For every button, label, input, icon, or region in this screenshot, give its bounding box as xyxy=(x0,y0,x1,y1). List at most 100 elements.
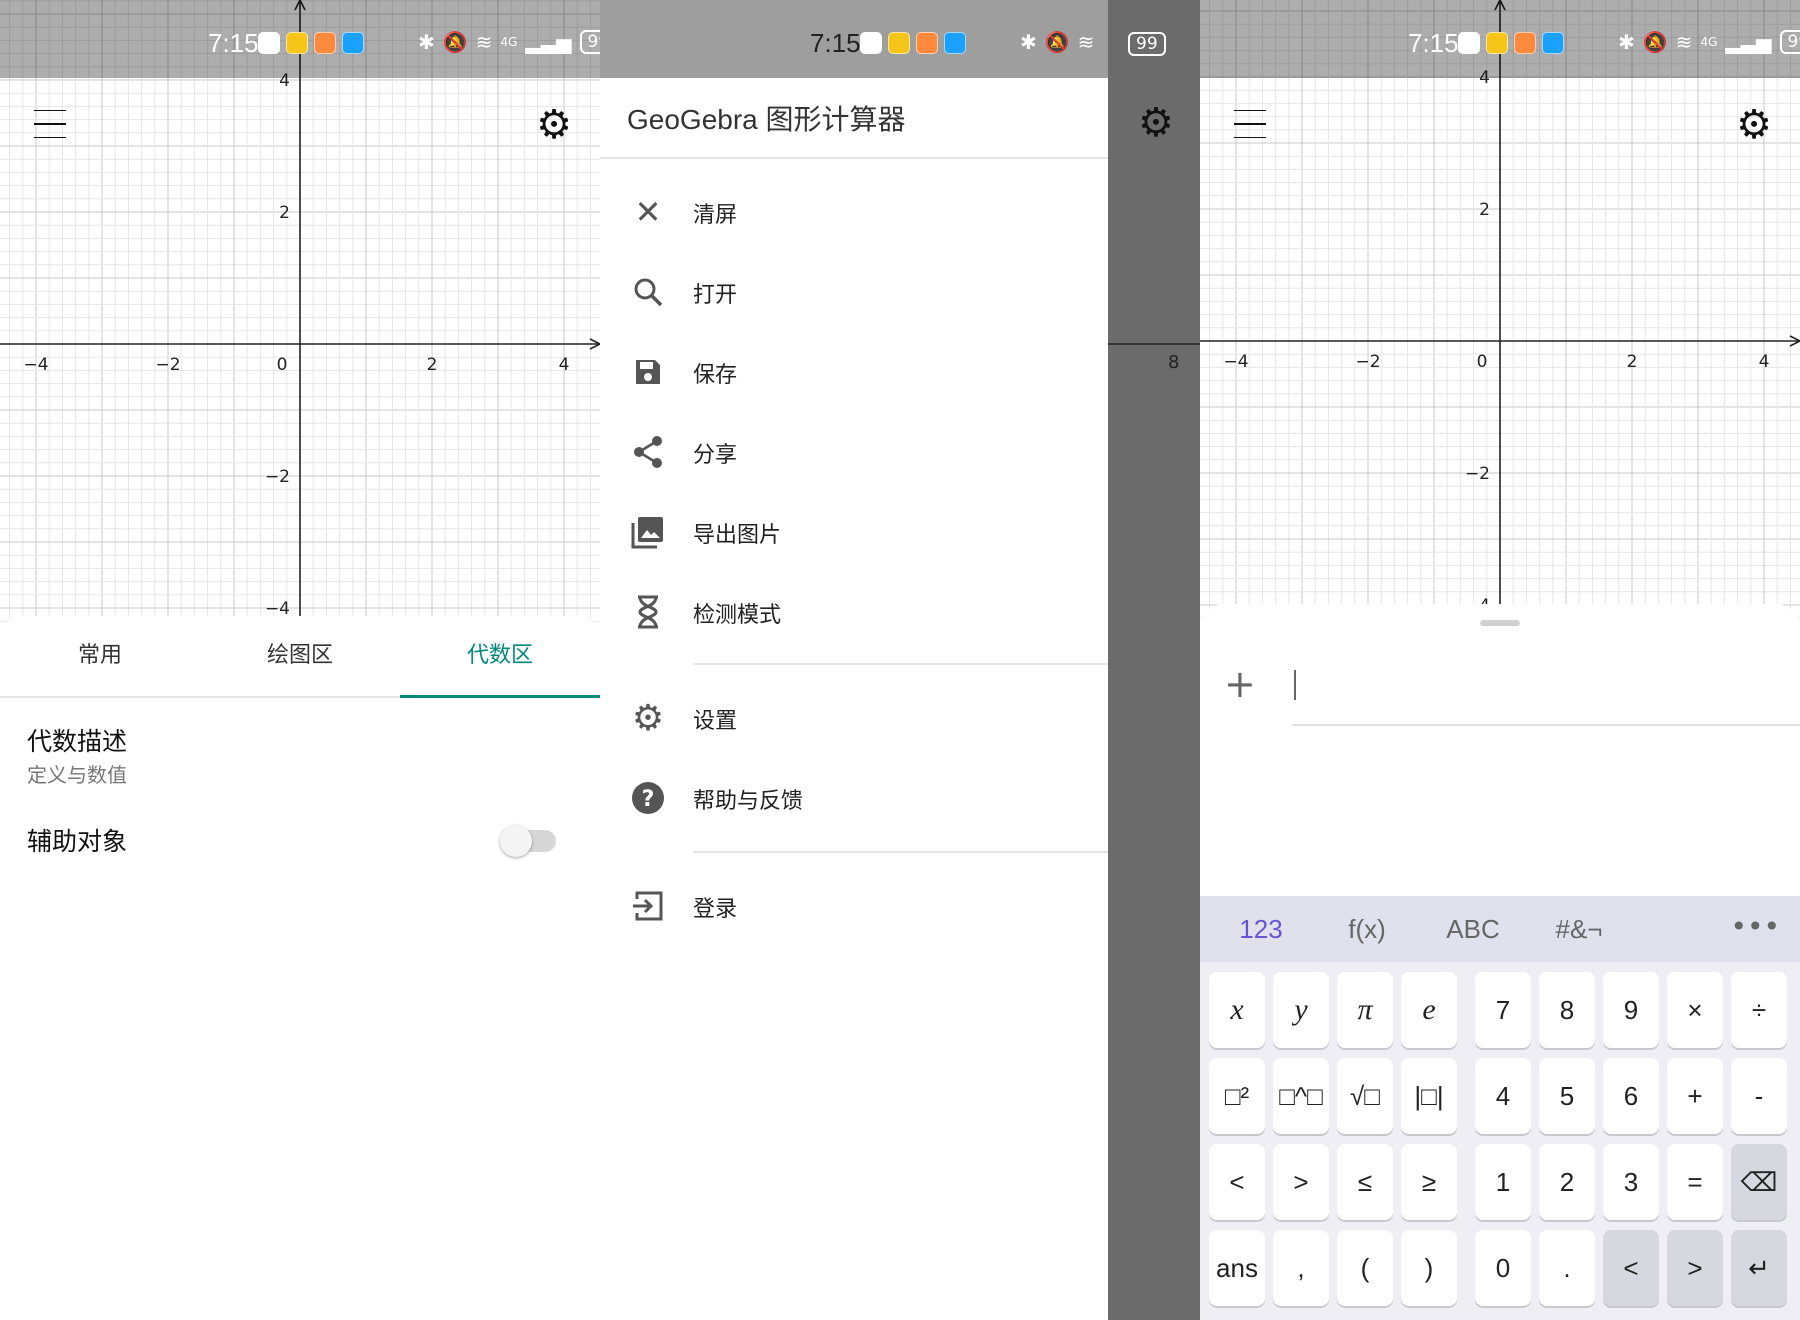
algebra-input-field[interactable] xyxy=(1292,724,1800,726)
keyboard-tab-functions[interactable]: f(x) xyxy=(1322,914,1412,945)
x-tick-label: −4 xyxy=(1223,352,1248,372)
menu-item-clear[interactable]: ✕ 清屏 xyxy=(600,177,1108,247)
add-button[interactable]: + xyxy=(1224,662,1256,706)
x-tick-label: −2 xyxy=(1355,352,1380,372)
menu-item-exam-mode[interactable]: 检测模式 xyxy=(600,577,1108,647)
menu-item-export-image[interactable]: 导出图片 xyxy=(600,497,1108,567)
signal-label: 4G xyxy=(500,35,518,49)
tick-label: 8 xyxy=(1168,352,1180,373)
tab-graphics[interactable]: 绘图区 xyxy=(200,616,400,696)
keyboard-tab-abc[interactable]: ABC xyxy=(1428,914,1518,945)
key-greater-equal[interactable]: ≥ xyxy=(1401,1144,1457,1220)
menu-item-share[interactable]: 分享 xyxy=(600,417,1108,487)
divider xyxy=(693,663,1108,665)
settings-button[interactable]: ⚙ xyxy=(1730,101,1778,149)
search-app-icon xyxy=(342,32,364,54)
wifi-icon: ≋ xyxy=(475,30,493,54)
bluetooth-icon: ✱ xyxy=(1618,30,1635,54)
settings-button[interactable]: ⚙ xyxy=(530,101,578,149)
key-pi[interactable]: π xyxy=(1337,972,1393,1048)
key-7[interactable]: 7 xyxy=(1475,972,1531,1048)
drag-handle[interactable] xyxy=(1480,620,1520,626)
notification-icons xyxy=(860,32,966,54)
search-icon xyxy=(628,272,668,312)
key-sqrt[interactable]: √□ xyxy=(1337,1058,1393,1134)
key-0[interactable]: 0 xyxy=(1475,1230,1531,1306)
search-app-icon xyxy=(1542,32,1564,54)
key-close-paren[interactable]: ) xyxy=(1401,1230,1457,1306)
key-x[interactable]: x xyxy=(1209,972,1265,1048)
keyboard-tab-123[interactable]: 123 xyxy=(1216,914,1306,945)
menu-item-help[interactable]: ? 帮助与反馈 xyxy=(600,763,1108,833)
game-icon xyxy=(1514,32,1536,54)
auxiliary-objects-toggle[interactable] xyxy=(500,825,556,857)
cursor-left-key[interactable]: < xyxy=(1603,1230,1659,1306)
gear-icon: ⚙ xyxy=(631,697,665,739)
key-abs[interactable]: |□| xyxy=(1401,1058,1457,1134)
key-8[interactable]: 8 xyxy=(1539,972,1595,1048)
settings-sheet: 常用 绘图区 代数区 代数描述 定义与数值 辅助对象 xyxy=(0,616,600,1320)
menu-item-label: 清屏 xyxy=(693,203,738,228)
menu-item-save[interactable]: 保存 xyxy=(600,337,1108,407)
signal-icon: ▂▃▅ xyxy=(1725,30,1772,54)
menu-item-open[interactable]: 打开 xyxy=(600,257,1108,327)
key-less[interactable]: < xyxy=(1209,1144,1265,1220)
key-equals[interactable]: = xyxy=(1667,1144,1723,1220)
key-less-equal[interactable]: ≤ xyxy=(1337,1144,1393,1220)
divider xyxy=(693,851,1108,853)
key-power[interactable]: □^□ xyxy=(1273,1058,1329,1134)
math-keyboard: 123 f(x) ABC #&¬ ••• x y π e 7 8 9 × ÷ □² □^□ √□ |□|… xyxy=(1200,896,1800,1320)
drawer-scrim[interactable]: 99 ⚙ 8 xyxy=(1108,0,1200,1320)
key-3[interactable]: 3 xyxy=(1603,1144,1659,1220)
key-divide[interactable]: ÷ xyxy=(1731,972,1787,1048)
key-9[interactable]: 9 xyxy=(1603,972,1659,1048)
backspace-key[interactable]: ⌫ xyxy=(1731,1144,1787,1220)
key-ans[interactable]: ans xyxy=(1209,1230,1265,1306)
key-5[interactable]: 5 xyxy=(1539,1058,1595,1134)
key-square[interactable]: □² xyxy=(1209,1058,1265,1134)
key-minus[interactable]: - xyxy=(1731,1058,1787,1134)
menu-item-settings[interactable]: ⚙ 设置 xyxy=(600,683,1108,753)
setting-value: 定义与数值 xyxy=(27,763,127,787)
mail-icon xyxy=(286,32,308,54)
navigation-drawer-panel: 7:15 ✱ 🔕 ≋ GeoGebra 图形计算器 ✕ 清屏 打开 保存 分享 … xyxy=(600,0,1200,1320)
more-icon[interactable]: ••• xyxy=(1730,910,1780,943)
key-decimal[interactable]: . xyxy=(1539,1230,1595,1306)
key-y[interactable]: y xyxy=(1273,972,1329,1048)
cursor-right-key[interactable]: > xyxy=(1667,1230,1723,1306)
tab-general[interactable]: 常用 xyxy=(0,616,200,696)
enter-key[interactable]: ↵ xyxy=(1731,1230,1787,1306)
key-6[interactable]: 6 xyxy=(1603,1058,1659,1134)
graph-view[interactable]: −8−6−4−2024688642−2−4−6 xyxy=(1200,0,1800,640)
tab-algebra[interactable]: 代数区 xyxy=(400,616,600,698)
key-times[interactable]: × xyxy=(1667,972,1723,1048)
x-tick-label: −4 xyxy=(23,355,48,375)
key-4[interactable]: 4 xyxy=(1475,1058,1531,1134)
key-comma[interactable]: , xyxy=(1273,1230,1329,1306)
signal-icon: ▂▃▅ xyxy=(525,30,572,54)
key-greater[interactable]: > xyxy=(1273,1144,1329,1220)
key-e[interactable]: e xyxy=(1401,972,1457,1048)
close-icon: ✕ xyxy=(634,193,662,231)
menu-button[interactable] xyxy=(30,104,70,144)
keyboard-tabs: 123 f(x) ABC #&¬ ••• xyxy=(1200,896,1800,962)
qq-icon xyxy=(860,32,882,54)
key-2[interactable]: 2 xyxy=(1539,1144,1595,1220)
x-tick-label: 2 xyxy=(427,355,438,375)
notification-icons xyxy=(258,32,364,54)
setting-title: 代数描述 xyxy=(27,727,128,756)
key-plus[interactable]: + xyxy=(1667,1058,1723,1134)
keyboard-tab-symbols[interactable]: #&¬ xyxy=(1534,914,1624,945)
divider xyxy=(600,157,1108,159)
x-axis-shadow xyxy=(1108,343,1200,345)
graph-view[interactable]: −8−6−4−2024688642−2−4−6−8 xyxy=(0,0,600,640)
key-1[interactable]: 1 xyxy=(1475,1144,1531,1220)
menu-item-login[interactable]: 登录 xyxy=(600,871,1108,941)
wifi-icon: ≋ xyxy=(1077,30,1095,54)
y-tick-label: 2 xyxy=(279,203,290,223)
menu-button[interactable] xyxy=(1230,104,1270,144)
x-tick-label: 0 xyxy=(1477,352,1488,372)
system-icons: ✱ 🔕 ≋ 4G ▂▃▅ 99 xyxy=(1618,30,1800,54)
key-open-paren[interactable]: ( xyxy=(1337,1230,1393,1306)
qq-icon xyxy=(1458,32,1480,54)
